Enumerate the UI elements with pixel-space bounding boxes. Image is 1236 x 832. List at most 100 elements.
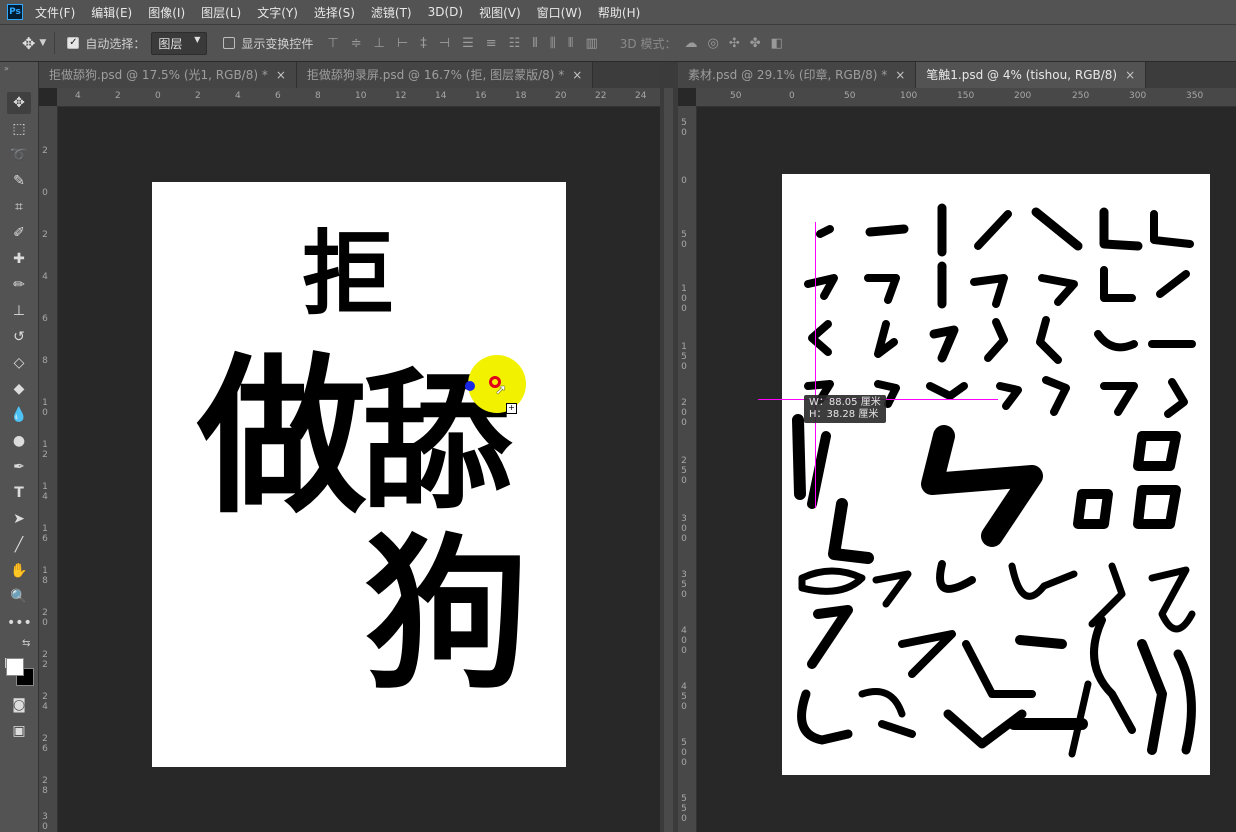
align-top-icon[interactable]: ⊤ [327, 36, 338, 51]
path-select-icon[interactable]: ➤ [7, 508, 31, 530]
distribute-bottom-icon[interactable]: ☷ [509, 36, 521, 51]
menu-layer[interactable]: 图层(L) [201, 4, 241, 21]
crop-icon[interactable]: ⌗ [7, 196, 31, 218]
eyedropper-icon[interactable]: ✐ [7, 222, 31, 244]
eraser-icon[interactable]: ◇ [7, 352, 31, 374]
ruler-label: 20 [42, 608, 48, 628]
quick-select-icon[interactable]: ✎ [7, 170, 31, 192]
tab-document-4[interactable]: 笔触1.psd @ 4% (tishou, RGB/8) × [916, 62, 1147, 88]
right-canvas[interactable] [782, 174, 1210, 775]
ruler-label: 350 [681, 570, 687, 600]
distribute-vcenter-icon[interactable]: ≡ [486, 36, 497, 51]
ruler-label: 2 [42, 230, 48, 240]
zoom-icon[interactable]: 🔍 [7, 586, 31, 608]
menu-edit[interactable]: 编辑(E) [91, 4, 132, 21]
ruler-label: 250 [681, 456, 687, 486]
ruler-label: 18 [515, 91, 527, 101]
menu-image[interactable]: 图像(I) [148, 4, 185, 21]
distribute-top-icon[interactable]: ☰ [462, 36, 474, 51]
tab-document-2[interactable]: 拒做舔狗录屏.psd @ 16.7% (拒, 图层蒙版/8) * × [296, 62, 594, 88]
calligraphy-char-zuo: 做 [197, 337, 368, 537]
ruler-label: 14 [435, 91, 447, 101]
measurement-tooltip: W：88.05 厘米 H：38.28 厘米 [804, 395, 886, 423]
align-vcenter-icon[interactable]: ≑ [351, 36, 362, 51]
collapse-icon[interactable]: » [4, 64, 9, 73]
align-right-icon[interactable]: ⊣ [439, 36, 450, 51]
show-transform-label: 显示变换控件 [241, 36, 314, 51]
marquee-icon[interactable]: ⬚ [7, 118, 31, 140]
roll-3d-icon[interactable]: ◎ [707, 36, 718, 51]
lasso-icon[interactable]: ➰ [7, 144, 31, 166]
move-icon[interactable]: ✥ [22, 34, 35, 53]
quick-mask-icon[interactable]: ◙ [7, 694, 31, 716]
menu-window[interactable]: 窗口(W) [537, 4, 582, 21]
mode-3d-label: 3D 模式： [619, 36, 677, 51]
brush-icon[interactable]: ✏ [7, 274, 31, 296]
align-hcenter-icon[interactable]: ‡ [420, 36, 427, 51]
align-bottom-icon[interactable]: ⊥ [374, 36, 385, 51]
ruler-label: 100 [900, 91, 918, 101]
screen-mode-icon[interactable]: ▣ [7, 720, 31, 742]
left-canvas[interactable]: 拒 做 舔 狗 ➚ + [152, 182, 566, 767]
blur-icon[interactable]: 💧 [7, 404, 31, 426]
scale-3d-icon[interactable]: ◧ [771, 36, 783, 51]
menu-help[interactable]: 帮助(H) [598, 4, 640, 21]
divider [54, 32, 56, 54]
close-icon[interactable]: × [276, 68, 286, 82]
chevron-down-icon[interactable]: ▼ [39, 38, 46, 48]
ruler-label: 2 [42, 146, 48, 156]
ruler-label: 4 [42, 272, 48, 282]
ruler-label: 6 [42, 314, 48, 324]
healing-icon[interactable]: ✚ [7, 248, 31, 270]
show-transform-checkbox[interactable] [223, 37, 236, 49]
pan-3d-icon[interactable]: ✣ [729, 36, 740, 51]
slide-3d-icon[interactable]: ✤ [750, 36, 761, 51]
auto-select-dropdown[interactable]: 图层 ▼ [151, 31, 208, 55]
distribute-right-icon[interactable]: ⦀ [568, 36, 574, 51]
pen-icon[interactable]: ✒ [7, 456, 31, 478]
bucket-icon[interactable]: ◆ [7, 378, 31, 400]
foreground-color-swatch[interactable] [6, 658, 24, 676]
distribute-hcenter-icon[interactable]: ⫼ [550, 36, 556, 51]
menu-select[interactable]: 选择(S) [314, 4, 355, 21]
ruler-label: 500 [681, 738, 687, 768]
history-brush-icon[interactable]: ↺ [7, 326, 31, 348]
stamp-icon[interactable]: ⊥ [7, 300, 31, 322]
type-icon[interactable]: T [7, 482, 31, 504]
align-left-icon[interactable]: ⊢ [397, 36, 408, 51]
tab-document-3[interactable]: 素材.psd @ 29.1% (印章, RGB/8) * × [678, 62, 917, 88]
swap-colors-icon[interactable]: ⇆ [22, 638, 30, 649]
menu-file[interactable]: 文件(F) [35, 4, 75, 21]
close-icon[interactable]: × [572, 68, 582, 82]
orbit-3d-icon[interactable]: ☁ [684, 36, 697, 51]
move-icon[interactable]: ✥ [7, 92, 31, 114]
dodge-icon[interactable]: ● [7, 430, 31, 452]
ruler-label: 50 [844, 91, 856, 101]
ruler-label: 20 [555, 91, 567, 101]
tooltip-height-label: H： [809, 409, 827, 420]
auto-align-icon[interactable]: ▥ [585, 36, 597, 51]
close-icon[interactable]: × [895, 68, 905, 82]
ruler-label: 450 [681, 682, 687, 712]
hand-icon[interactable]: ✋ [7, 560, 31, 582]
tab-document-1[interactable]: 拒做舔狗.psd @ 17.5% (光1, RGB/8) * × [39, 62, 297, 88]
scrollbar[interactable] [664, 88, 673, 832]
app-logo[interactable]: Ps [7, 4, 23, 20]
menu-type[interactable]: 文字(Y) [257, 4, 298, 21]
ruler-label: 550 [681, 794, 687, 824]
line-icon[interactable]: ╱ [7, 534, 31, 556]
menu-filter[interactable]: 滤镜(T) [371, 4, 412, 21]
ruler-label: 150 [681, 342, 687, 372]
distribute-left-icon[interactable]: ⫴ [532, 36, 537, 51]
menu-3d[interactable]: 3D(D) [428, 5, 463, 19]
ruler-label: 4 [75, 91, 81, 101]
guide-vertical[interactable] [815, 222, 816, 508]
auto-select-label: 自动选择： [85, 36, 146, 51]
calligraphy-char-gou: 狗 [364, 517, 529, 711]
tools-panel: » ✥ ⬚ ➰ ✎ ⌗ ✐ ✚ ✏ ⊥ ↺ ◇ ◆ 💧 ● ✒ T ➤ ╱ ✋ … [0, 62, 39, 832]
close-icon[interactable]: × [1125, 68, 1135, 82]
more-icon[interactable]: ••• [7, 612, 32, 634]
auto-select-checkbox[interactable]: ✓ [67, 37, 80, 49]
menu-view[interactable]: 视图(V) [479, 4, 521, 21]
tooltip-width-value: 88.05 厘米 [828, 397, 881, 408]
